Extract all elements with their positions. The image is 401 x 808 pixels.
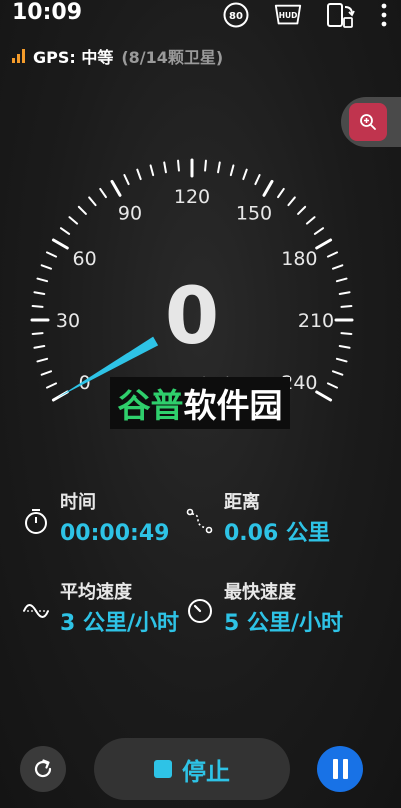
hud-icon[interactable]: HUD: [273, 2, 303, 28]
gauge-tick-label: 60: [73, 248, 97, 270]
gauge-major-tick: [110, 179, 122, 197]
top-toolbar: 80 HUD: [221, 2, 391, 28]
gauge-minor-tick: [59, 227, 71, 235]
status-bar: 10:09 80 HUD: [0, 0, 401, 34]
zoom-in-icon: [349, 103, 387, 141]
gauge-minor-tick: [254, 173, 261, 186]
stat-max-speed-value: 5 公里/小时: [224, 611, 344, 636]
stop-label: 停止: [182, 757, 230, 786]
wave-icon: [22, 597, 52, 627]
gauge-tick-label: 90: [118, 203, 142, 225]
stat-time-value: 00:00:49: [60, 521, 170, 546]
gauge-minor-tick: [68, 216, 79, 225]
stop-icon: [154, 760, 172, 778]
gauge-minor-tick: [242, 168, 248, 181]
reset-button[interactable]: [20, 746, 66, 792]
gauge-minor-tick: [40, 264, 53, 270]
stat-distance-value: 0.06 公里: [224, 521, 330, 546]
signal-icon: [12, 49, 25, 63]
gauge-minor-tick: [177, 159, 180, 172]
gauge-minor-tick: [331, 264, 344, 270]
current-speed: 0: [164, 272, 220, 362]
watermark-text-white: 软件园: [183, 386, 283, 425]
gauge-minor-tick: [77, 205, 87, 215]
gauge-minor-tick: [305, 216, 316, 225]
gauge-tick-label: 180: [281, 248, 317, 270]
stat-time: 时间 00:00:49: [22, 492, 169, 550]
gauge-minor-tick: [229, 164, 235, 177]
gauge-major-tick: [262, 179, 274, 197]
gauge-minor-tick: [45, 251, 58, 258]
phone-rotate-icon[interactable]: [325, 2, 355, 28]
clock: 10:09: [12, 0, 83, 25]
gauge-tick-label: 150: [236, 203, 272, 225]
gauge-minor-tick: [149, 164, 155, 177]
gauge-icon: [186, 597, 216, 627]
gauge-major-tick: [315, 238, 333, 250]
gauge-minor-tick: [88, 196, 97, 207]
gauge-tick-label: 120: [174, 186, 210, 208]
stopwatch-icon: [22, 507, 52, 537]
gauge-minor-tick: [287, 196, 296, 207]
watermark-logo: 谷普 软件园: [110, 377, 290, 429]
gauge-major-tick: [51, 238, 69, 250]
watermark-text-green: 谷普: [117, 386, 184, 425]
stat-max-speed-label: 最快速度: [224, 582, 296, 603]
stop-button[interactable]: 停止: [94, 738, 290, 800]
more-vert-icon[interactable]: [377, 2, 391, 28]
gauge-minor-tick: [326, 251, 339, 258]
pause-button[interactable]: [317, 746, 363, 792]
stat-distance-label: 距离: [224, 492, 260, 513]
stat-avg-speed-label: 平均速度: [60, 582, 132, 603]
gps-status: GPS: 中等 (8/14颗卫星): [12, 44, 223, 68]
gauge-minor-tick: [277, 187, 285, 199]
gps-satellites: (8/14颗卫星): [121, 48, 224, 67]
gauge-minor-tick: [297, 205, 307, 215]
gauge-minor-tick: [123, 173, 130, 186]
pause-icon: [332, 759, 338, 779]
gps-label: GPS: 中等: [33, 48, 114, 67]
refresh-icon: [34, 759, 52, 778]
speed-limit-value: 80: [229, 11, 243, 22]
gauge-minor-tick: [217, 161, 221, 174]
gauge-minor-tick: [163, 161, 167, 174]
stat-avg-speed-value: 3 公里/小时: [60, 611, 180, 636]
stat-max-speed: 最快速度 5 公里/小时: [186, 582, 343, 640]
gauge-minor-tick: [204, 159, 207, 172]
stat-distance: 距离 0.06 公里: [186, 492, 330, 550]
hud-label: HUD: [279, 11, 298, 20]
gauge-minor-tick: [136, 168, 142, 181]
speed-limit-icon[interactable]: 80: [221, 2, 251, 28]
stat-time-label: 时间: [60, 492, 96, 513]
stat-avg-speed: 平均速度 3 公里/小时: [22, 582, 179, 640]
bottom-controls: 停止: [0, 734, 401, 804]
route-icon: [186, 507, 216, 537]
gauge-minor-tick: [313, 227, 325, 235]
gauge-minor-tick: [99, 187, 107, 199]
